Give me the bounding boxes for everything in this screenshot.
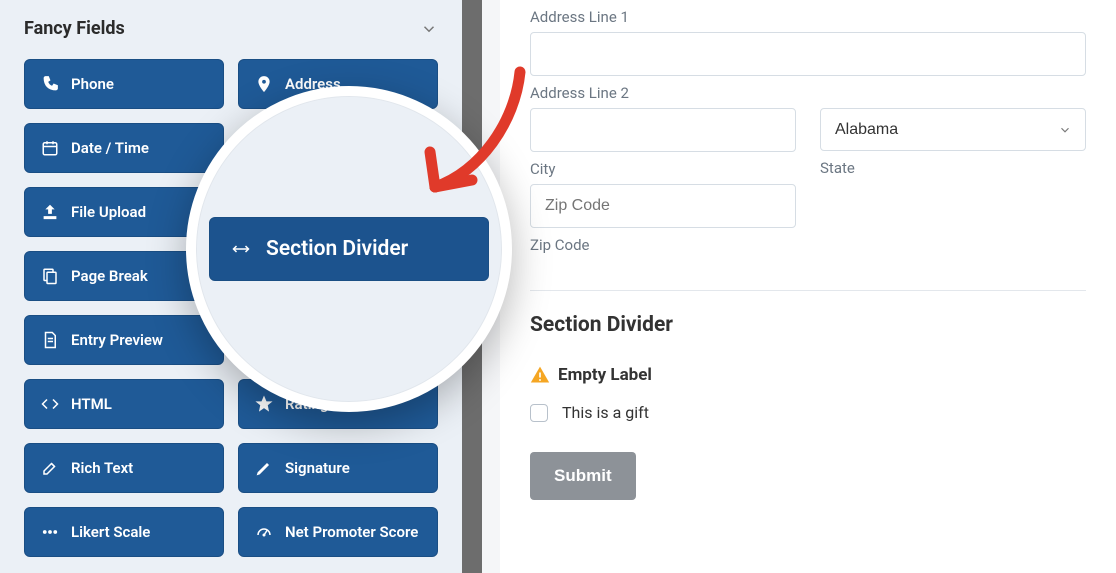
pencil-icon bbox=[255, 459, 273, 477]
field-label: Section Divider bbox=[266, 237, 408, 261]
gift-checkbox[interactable] bbox=[530, 404, 548, 422]
edit-icon bbox=[41, 459, 59, 477]
code-icon bbox=[41, 395, 59, 413]
field-signature[interactable]: Signature bbox=[238, 443, 438, 493]
field-entrypreview[interactable]: Entry Preview bbox=[24, 315, 224, 365]
map-pin-icon bbox=[255, 75, 273, 93]
field-richtext[interactable]: Rich Text bbox=[24, 443, 224, 493]
field-label: Signature bbox=[285, 459, 350, 477]
sidebar-section-header[interactable]: Fancy Fields bbox=[24, 18, 438, 39]
gift-checkbox-row: This is a gift bbox=[530, 403, 1086, 422]
address1-input[interactable] bbox=[530, 32, 1086, 76]
field-nps[interactable]: Net Promoter Score bbox=[238, 507, 438, 557]
address2-label: Address Line 2 bbox=[530, 84, 1086, 102]
empty-label-warning: Empty Label bbox=[530, 365, 1086, 385]
section-divider-title: Section Divider bbox=[530, 313, 1086, 337]
dots-icon bbox=[41, 523, 59, 541]
field-label: Entry Preview bbox=[71, 331, 163, 349]
pages-icon bbox=[41, 267, 59, 285]
phone-icon bbox=[41, 75, 59, 93]
field-label: Net Promoter Score bbox=[285, 523, 418, 541]
star-icon bbox=[255, 395, 273, 413]
divider-icon bbox=[232, 240, 250, 258]
field-label: File Upload bbox=[71, 203, 146, 221]
field-label: Page Break bbox=[71, 267, 148, 285]
submit-button[interactable]: Submit bbox=[530, 452, 636, 500]
city-label: City bbox=[530, 160, 796, 178]
zip-label: Zip Code bbox=[530, 236, 796, 254]
field-label: Phone bbox=[71, 75, 114, 93]
section-divider-line bbox=[530, 290, 1086, 291]
document-icon bbox=[41, 331, 59, 349]
field-label: Likert Scale bbox=[71, 523, 150, 541]
gift-checkbox-label: This is a gift bbox=[562, 403, 649, 422]
field-html[interactable]: HTML bbox=[24, 379, 224, 429]
state-select[interactable]: Alabama bbox=[820, 108, 1086, 151]
warning-icon bbox=[530, 365, 550, 385]
gauge-icon bbox=[255, 523, 273, 541]
form-preview: Address Line 1 Address Line 2 City Alaba… bbox=[500, 0, 1116, 573]
address1-label: Address Line 1 bbox=[530, 8, 1086, 26]
field-label: Date / Time bbox=[71, 139, 149, 157]
city-input[interactable] bbox=[530, 108, 796, 152]
state-label: State bbox=[820, 159, 1086, 177]
field-label: HTML bbox=[71, 395, 112, 413]
chevron-down-icon bbox=[420, 20, 438, 38]
zip-input[interactable] bbox=[530, 184, 796, 228]
warning-text: Empty Label bbox=[558, 365, 652, 385]
field-likert[interactable]: Likert Scale bbox=[24, 507, 224, 557]
field-label: Rich Text bbox=[71, 459, 133, 477]
sidebar-section-title: Fancy Fields bbox=[24, 18, 125, 39]
magnifier-overlay: Section Divider bbox=[186, 86, 512, 412]
calendar-icon bbox=[41, 139, 59, 157]
field-datetime[interactable]: Date / Time bbox=[24, 123, 224, 173]
upload-icon bbox=[41, 203, 59, 221]
field-section-divider[interactable]: Section Divider bbox=[209, 217, 489, 281]
field-phone[interactable]: Phone bbox=[24, 59, 224, 109]
